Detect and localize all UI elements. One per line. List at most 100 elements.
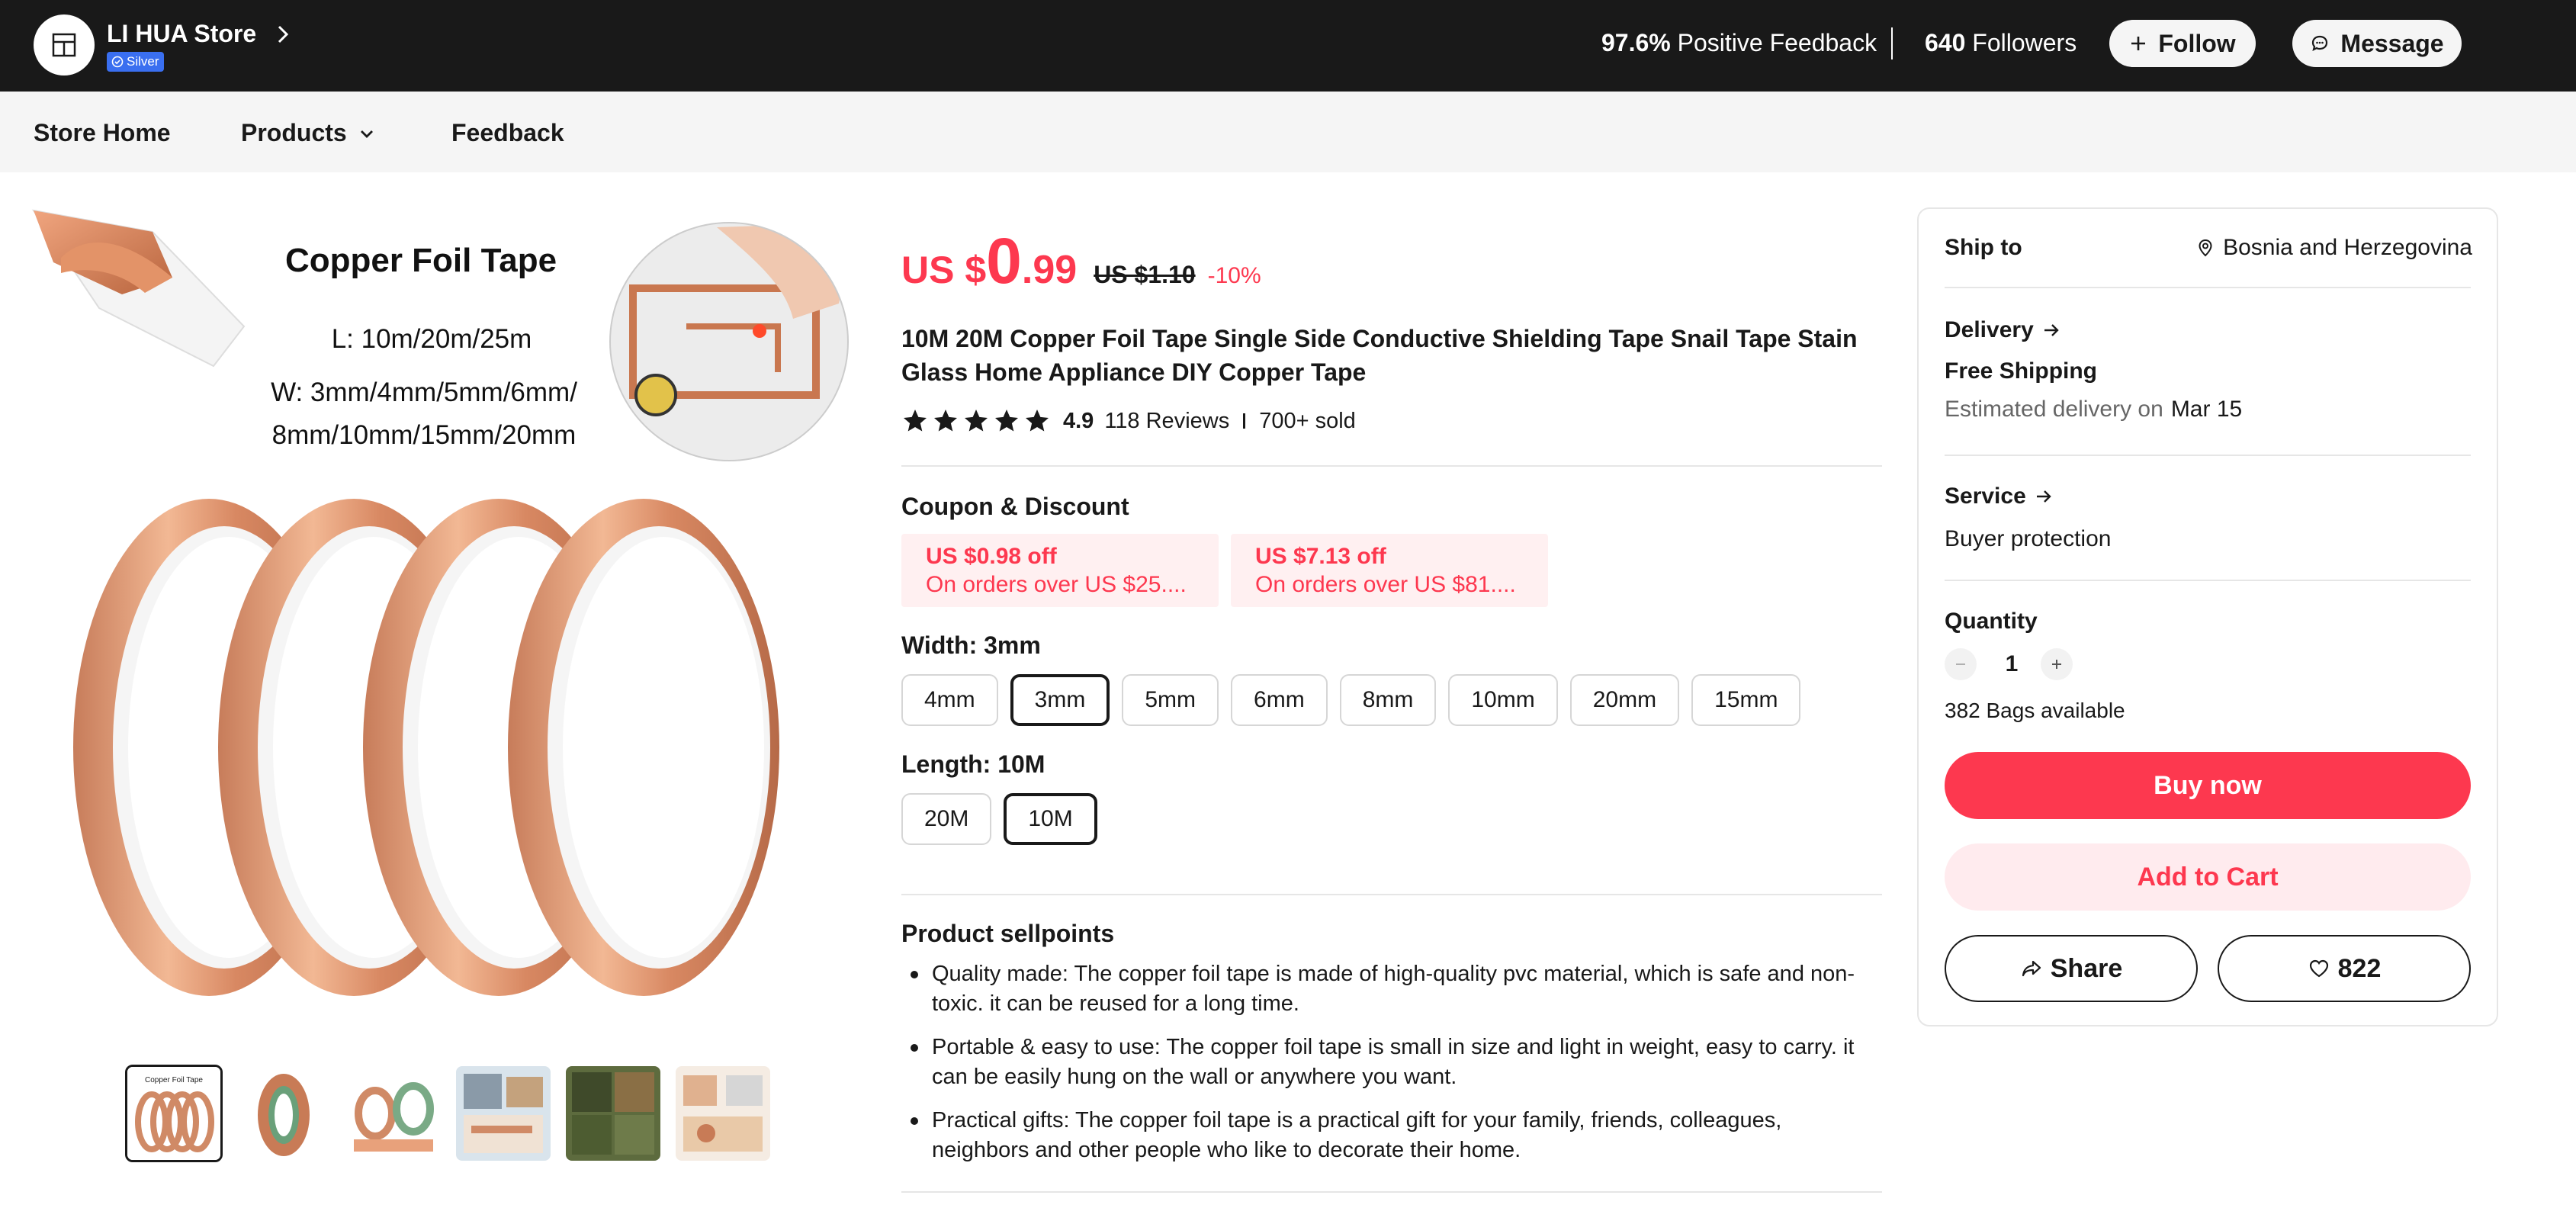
main-product-image[interactable]: Copper Foil Tape L: 10m/20m/25m W: 3mm/4… — [31, 204, 854, 1013]
coupon-condition: On orders over US $81.... — [1255, 572, 1516, 597]
peeled-tape-graphic — [31, 209, 246, 368]
store-header: LI HUA Store Silver 97.6% Positive Feedb… — [0, 0, 2576, 92]
coupon-2[interactable]: US $7.13 off On orders over US $81.... — [1231, 534, 1548, 607]
quantity-decrease-button[interactable] — [1945, 648, 1977, 680]
rating-divider — [1243, 413, 1246, 429]
badge-label: Silver — [127, 54, 159, 69]
share-button[interactable]: Share — [1945, 935, 2198, 1002]
coupon-section-label: Coupon & Discount — [901, 493, 1129, 520]
thumbnail-1[interactable]: Copper Foil Tape — [125, 1065, 223, 1162]
chat-bubble-icon — [2312, 35, 2328, 52]
width-option[interactable]: 8mm — [1339, 674, 1437, 726]
star-icon — [934, 410, 957, 432]
thumbnail-5[interactable] — [564, 1065, 662, 1162]
coupon-amount: US $0.98 off — [926, 544, 1057, 569]
store-name-link[interactable]: LI HUA Store — [107, 20, 294, 48]
estimate-prefix: Estimated delivery on — [1945, 397, 2163, 422]
ship-to-selector[interactable]: Bosnia and Herzegovina — [2195, 235, 2472, 261]
width-option[interactable]: 20mm — [1569, 674, 1680, 726]
price-cents: .99 — [1021, 248, 1078, 292]
rating-value: 4.9 — [1063, 408, 1094, 433]
shipping-method: Free Shipping — [1945, 358, 2098, 384]
positive-feedback-stat: 97.6% Positive Feedback — [1601, 29, 1877, 57]
follow-button[interactable]: Follow — [2109, 20, 2256, 67]
thumb-caption: Copper Foil Tape — [145, 1076, 203, 1084]
store-icon — [52, 33, 76, 57]
quantity-increase-button[interactable] — [2041, 648, 2073, 680]
width-option[interactable]: 4mm — [901, 674, 998, 726]
wishlist-count: 822 — [2337, 953, 2382, 983]
sellpoints-title: Product sellpoints — [901, 920, 1115, 947]
star-icon — [995, 410, 1018, 432]
nav-products[interactable]: Products — [241, 119, 376, 147]
delivery-link[interactable]: Delivery — [1945, 317, 2061, 343]
reviews-link[interactable]: 118 Reviews — [1104, 409, 1229, 434]
nav-feedback[interactable]: Feedback — [451, 119, 564, 147]
buy-now-button[interactable]: Buy now — [1945, 752, 2471, 819]
store-logo[interactable] — [34, 14, 95, 76]
store-nav: Store Home Products Feedback — [0, 92, 2576, 172]
sellpoints-list: Quality made: The copper foil tape is ma… — [901, 959, 1877, 1179]
service-value: Buyer protection — [1945, 526, 2112, 551]
nav-store-home[interactable]: Store Home — [34, 119, 171, 147]
rating-stars — [901, 407, 1051, 435]
width-option[interactable]: 15mm — [1691, 674, 1801, 726]
divider — [1945, 287, 2471, 288]
thumbnail-3[interactable] — [345, 1065, 442, 1162]
length-option[interactable]: 20M — [901, 793, 992, 845]
wishlist-button[interactable]: 822 — [2218, 935, 2471, 1002]
thumbnail-strip: Copper Foil Tape — [125, 1065, 772, 1162]
arrow-right-icon — [2036, 490, 2051, 503]
width-option[interactable]: 6mm — [1231, 674, 1328, 726]
length-option-selected[interactable]: 10M — [1004, 793, 1097, 845]
service-link[interactable]: Service — [1945, 484, 2054, 509]
add-to-cart-button[interactable]: Add to Cart — [1945, 843, 2471, 911]
width-option-selected[interactable]: 3mm — [1010, 674, 1110, 726]
width-option[interactable]: 10mm — [1448, 674, 1558, 726]
quantity-label: Quantity — [1945, 609, 2038, 634]
location-pin-icon — [2199, 239, 2212, 257]
product-title: 10M 20M Copper Foil Tape Single Side Con… — [901, 325, 1858, 386]
store-name: LI HUA Store — [107, 20, 257, 47]
image-width-spec-1: W: 3mm/4mm/5mm/6mm/ — [271, 378, 577, 407]
share-icon — [2022, 960, 2041, 977]
message-button[interactable]: Message — [2292, 20, 2462, 67]
discount-badge: -10% — [1207, 263, 1261, 288]
thumbnail-6[interactable] — [674, 1065, 772, 1162]
divider — [901, 894, 1882, 895]
follow-label: Follow — [2158, 29, 2236, 57]
price-row: US $ 0 .99 US $1.10 -10% — [901, 229, 1261, 293]
arrow-right-icon — [2044, 324, 2059, 336]
quantity-value[interactable]: 1 — [2003, 651, 2021, 677]
width-options: 4mm 3mm 5mm 6mm 8mm 10mm 20mm 15mm — [901, 674, 1801, 726]
plus-icon — [2131, 37, 2146, 50]
sellpoint-item: Practical gifts: The copper foil tape is… — [901, 1106, 1877, 1165]
store-level-badge: Silver — [107, 52, 164, 72]
nav-store-home-label: Store Home — [34, 119, 171, 146]
length-options: 20M 10M — [901, 793, 1097, 845]
rating-row: 4.9 118 Reviews 700+ sold — [901, 407, 1356, 435]
followers-stat: 640 Followers — [1925, 29, 2077, 57]
width-option[interactable]: 5mm — [1122, 674, 1219, 726]
thumbnail-4[interactable] — [454, 1065, 552, 1162]
heart-icon — [2309, 959, 2328, 978]
copper-tape-illustration: Copper Foil Tape L: 10m/20m/25m W: 3mm/4… — [31, 209, 849, 996]
delivery-estimate: Estimated delivery on Mar 15 — [1945, 397, 2242, 422]
message-label: Message — [2340, 29, 2444, 57]
image-heading: Copper Foil Tape — [285, 242, 557, 279]
chevron-down-icon — [360, 130, 373, 138]
feedback-percent: 97.6% — [1601, 29, 1671, 56]
divider — [901, 465, 1882, 467]
coupon-1[interactable]: US $0.98 off On orders over US $25.... — [901, 534, 1219, 607]
image-length-spec: L: 10m/20m/25m — [332, 324, 532, 354]
original-price: US $1.10 — [1094, 261, 1196, 288]
coupon-amount: US $7.13 off — [1255, 544, 1386, 569]
star-icon — [904, 410, 927, 432]
share-label: Share — [2050, 953, 2123, 983]
thumbnail-2[interactable] — [235, 1065, 332, 1162]
stat-divider — [1891, 27, 1893, 59]
star-icon — [1026, 410, 1049, 432]
stock-available: 382 Bags available — [1945, 699, 2125, 722]
width-label: Width: 3mm — [901, 631, 1041, 659]
purchase-panel: Ship to Bosnia and Herzegovina Delivery … — [1917, 207, 2498, 1026]
